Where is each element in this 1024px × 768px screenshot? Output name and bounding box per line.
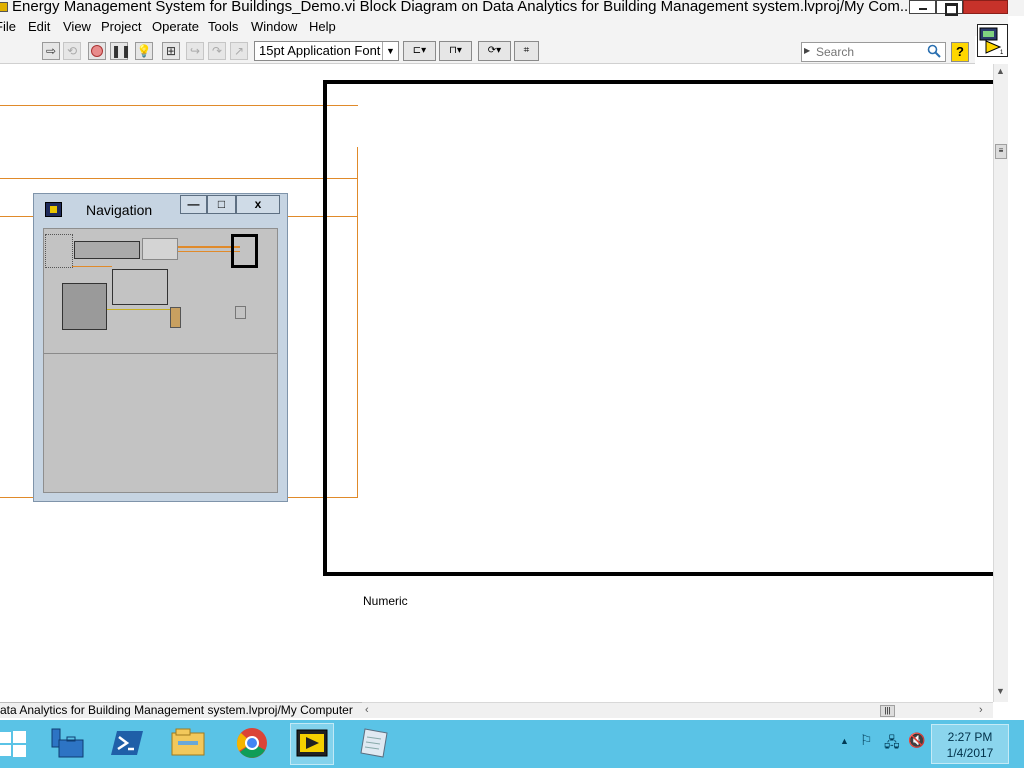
search-icon[interactable] (927, 44, 941, 58)
navigation-title: Navigation (86, 202, 153, 218)
reorder-dropdown[interactable]: ⟳▾ (478, 41, 511, 61)
distribute-objects-dropdown[interactable]: ⊓▾ (439, 41, 472, 61)
window-title: Energy Management System for Buildings_D… (12, 0, 913, 15)
horizontal-scrollbar[interactable]: ‹ ||| › (362, 702, 993, 718)
mini-node (74, 241, 140, 259)
system-clock[interactable]: 2:27 PM 1/4/2017 (931, 724, 1009, 764)
numeric-label[interactable]: Numeric (363, 594, 408, 608)
notepad-taskbar-icon[interactable] (355, 723, 399, 765)
menu-help[interactable]: Help (309, 19, 336, 34)
navigation-preview[interactable] (43, 228, 278, 493)
start-button[interactable] (0, 723, 34, 765)
nav-close-button[interactable]: x (236, 195, 280, 214)
project-path: ata Analytics for Building Management sy… (0, 703, 353, 717)
selection-highlight-rectangle (323, 80, 993, 576)
wire[interactable] (0, 178, 357, 179)
menu-operate[interactable]: Operate (152, 19, 199, 34)
menu-view[interactable]: View (63, 19, 91, 34)
menu-project[interactable]: Project (101, 19, 141, 34)
close-button[interactable] (963, 0, 1008, 14)
labview-app-icon (0, 2, 8, 12)
step-into-icon[interactable]: ↪ (186, 42, 204, 60)
pause-icon[interactable]: ❚❚ (110, 42, 131, 60)
horizontal-scroll-thumb[interactable]: ||| (880, 705, 895, 717)
run-arrow-icon[interactable]: ⇨ (42, 42, 60, 60)
powershell-taskbar-icon[interactable] (107, 723, 151, 765)
nav-divider (44, 353, 277, 354)
labview-nav-icon (45, 202, 62, 217)
menu-file[interactable]: File (0, 19, 16, 34)
status-bar: ata Analytics for Building Management sy… (0, 702, 362, 718)
mini-node (170, 307, 181, 328)
menu-tools[interactable]: Tools (208, 19, 238, 34)
scroll-right-arrow-icon[interactable]: › (979, 704, 983, 716)
svg-text:1: 1 (1000, 50, 1004, 56)
clock-date: 1/4/2017 (946, 746, 994, 760)
network-icon[interactable]: 🖧 (884, 732, 900, 756)
vertical-scrollbar[interactable]: ▲ ≡ ▼ (993, 64, 1008, 702)
labview-taskbar-icon[interactable] (290, 723, 334, 765)
chrome-taskbar-icon[interactable] (231, 723, 275, 765)
title-bar: Energy Management System for Buildings_D… (0, 0, 1024, 16)
wire[interactable] (0, 105, 358, 106)
mini-node (45, 234, 73, 268)
step-out-icon[interactable]: ↗ (230, 42, 248, 60)
highlight-execution-icon[interactable]: 💡 (135, 42, 153, 60)
mini-node (142, 238, 178, 260)
nav-maximize-button[interactable]: □ (207, 195, 236, 214)
align-objects-dropdown[interactable]: ⊏▾ (403, 41, 436, 61)
run-continuously-icon[interactable]: ⟲ (63, 42, 81, 60)
taskbar: ▲ ⚐ 🖧 🔇 2:27 PM 1/4/2017 (0, 720, 1024, 768)
minimize-button[interactable] (909, 0, 936, 14)
toolbar: ⇨ ⟲ ❚❚ 💡 ⊞ ↪ ↷ ↗ 15pt Application Font ▼… (0, 36, 975, 64)
scroll-up-arrow-icon[interactable]: ▲ (996, 66, 1005, 76)
mini-node (62, 283, 107, 330)
chevron-down-icon: ▼ (382, 42, 398, 60)
maximize-button[interactable] (936, 0, 963, 16)
vertical-scroll-thumb[interactable]: ≡ (995, 144, 1007, 159)
menu-edit[interactable]: Edit (28, 19, 50, 34)
windows-logo-icon (0, 731, 26, 757)
clock-time: 2:27 PM (947, 730, 993, 744)
menu-bar: File Edit View Project Operate Tools Win… (0, 16, 1008, 36)
scroll-down-arrow-icon[interactable]: ▼ (996, 686, 1005, 696)
mini-node (112, 269, 168, 305)
font-select[interactable]: 15pt Application Font ▼ (254, 41, 399, 61)
search-box[interactable]: ▶ (801, 42, 946, 62)
navigation-window[interactable]: Navigation — □ x (33, 193, 288, 502)
step-over-icon[interactable]: ↷ (208, 42, 226, 60)
server-manager-taskbar-icon[interactable] (47, 723, 91, 765)
clean-up-diagram-icon[interactable]: ⌗ (514, 41, 539, 61)
mini-wire (107, 309, 170, 310)
abort-icon[interactable] (88, 42, 106, 60)
mini-node (235, 306, 246, 319)
chevron-right-icon: ▶ (804, 46, 811, 55)
menu-window[interactable]: Window (251, 19, 297, 34)
vi-connector-icon[interactable]: 1 (977, 24, 1008, 57)
volume-muted-icon[interactable]: 🔇 (908, 732, 925, 749)
retain-wire-values-icon[interactable]: ⊞ (162, 42, 180, 60)
show-hidden-icons-icon[interactable]: ▲ (840, 736, 849, 746)
nav-minimize-button[interactable]: — (180, 195, 207, 214)
context-help-button[interactable]: ? (951, 42, 969, 62)
file-explorer-taskbar-icon[interactable] (168, 723, 212, 765)
nav-viewport-rectangle[interactable] (231, 234, 258, 268)
action-center-flag-icon[interactable]: ⚐ (860, 732, 873, 749)
scroll-left-arrow-icon[interactable]: ‹ (365, 704, 369, 716)
search-input[interactable] (816, 44, 926, 60)
font-select-label: 15pt Application Font (259, 43, 381, 58)
mini-wire (72, 266, 112, 267)
